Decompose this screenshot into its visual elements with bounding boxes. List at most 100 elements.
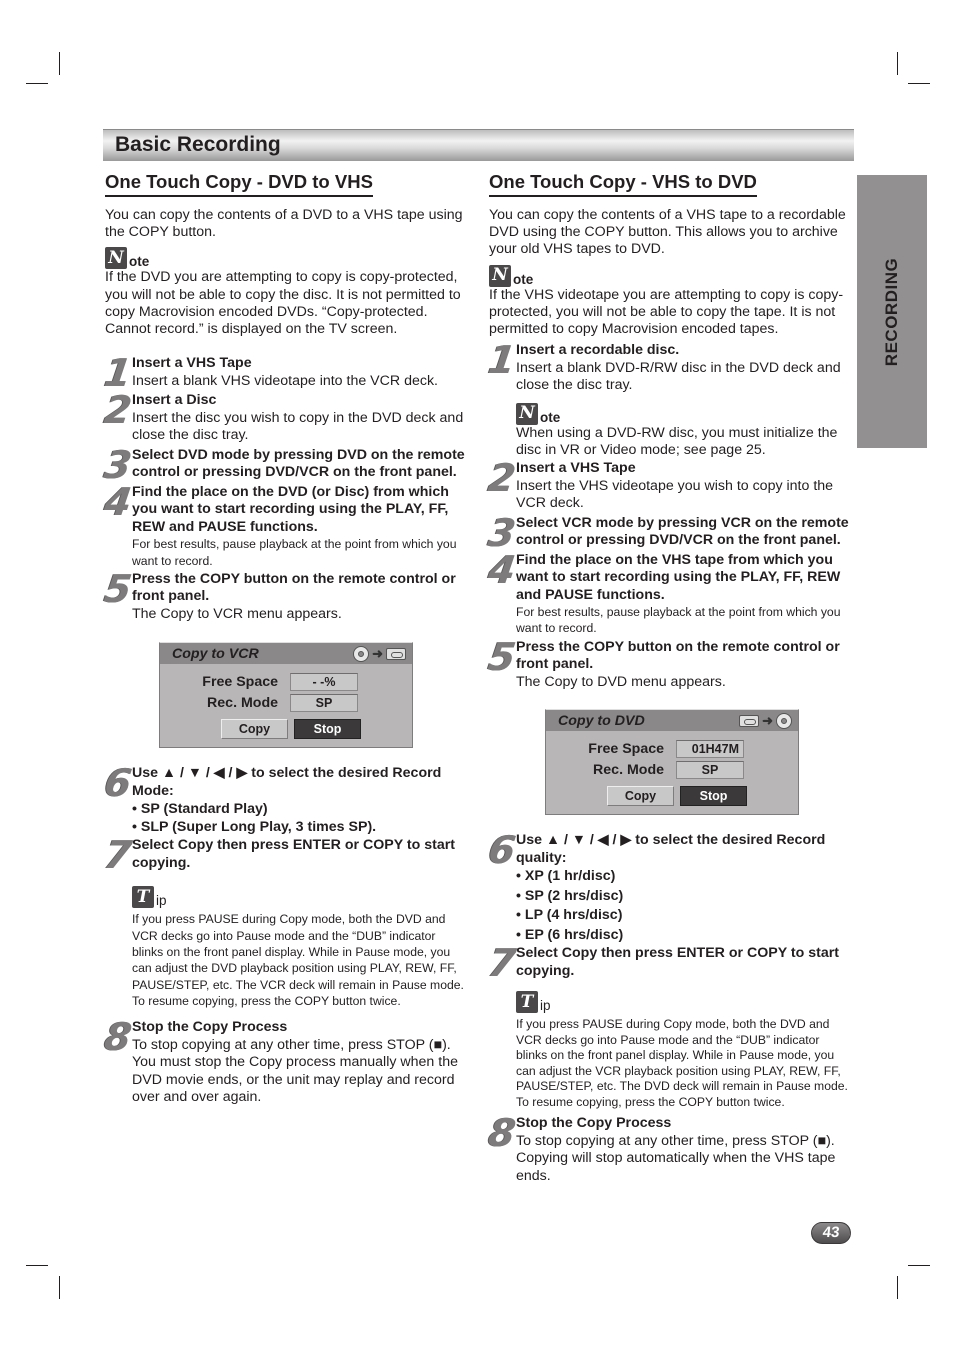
tip-label: ip bbox=[540, 998, 551, 1014]
step-1: 1 Insert a VHS Tape Insert a blank VHS v… bbox=[101, 351, 470, 396]
disc-icon bbox=[776, 713, 792, 730]
step-description: Insert a blank VHS videotape into the VC… bbox=[132, 372, 438, 389]
step-description: To stop copying at any other time, press… bbox=[132, 1036, 458, 1106]
stop-button[interactable]: Stop bbox=[294, 719, 361, 740]
step-heading: Find the place on the DVD (or Disc) from… bbox=[132, 483, 449, 535]
step-3: 3 Select VCR mode by pressing VCR on the… bbox=[485, 510, 854, 555]
list-item: • LP (4 hrs/disc) bbox=[516, 907, 623, 924]
crop-mark bbox=[908, 1265, 930, 1266]
title-bar: Basic Recording bbox=[103, 129, 854, 161]
step-heading: Stop the Copy Process bbox=[516, 1115, 672, 1132]
tip-text: If you press PAUSE during Copy mode, bot… bbox=[516, 1017, 848, 1109]
list-item: • EP (6 hrs/disc) bbox=[516, 926, 624, 943]
section-side-tab: RECORDING bbox=[857, 175, 927, 448]
crop-mark bbox=[26, 83, 48, 84]
crop-mark bbox=[26, 1265, 48, 1266]
stop-button[interactable]: Stop bbox=[680, 786, 747, 807]
menu-title-bar: Copy to DVD ➜ bbox=[546, 710, 798, 732]
menu-title-bar: Copy to VCR ➜ bbox=[160, 643, 412, 665]
step-2: 2 Insert a VHS Tape Insert the VHS video… bbox=[486, 456, 854, 513]
step-heading: Use ▲ / ▼ / ◀ / ▶ to select the desired … bbox=[132, 765, 442, 799]
arrow-right-icon: ➜ bbox=[762, 713, 773, 729]
step-4: 4 Find the place on the VHS tape from wh… bbox=[485, 547, 854, 637]
step-7: 7 Select Copy then press ENTER or COPY t… bbox=[102, 833, 470, 877]
note-label: ote bbox=[513, 271, 534, 287]
step-description: Insert the VHS videotape you wish to cop… bbox=[516, 477, 834, 512]
step-heading: Find the place on the VHS tape from whic… bbox=[516, 551, 841, 603]
free-space-row: Free Space 01H47M bbox=[546, 740, 744, 759]
page-title: Basic Recording bbox=[115, 133, 281, 156]
list-item: • SP (Standard Play) bbox=[132, 801, 268, 818]
rec-mode-label: Rec. Mode bbox=[593, 762, 664, 779]
step-number: 8 bbox=[485, 1111, 519, 1156]
step-heading: Insert a recordable disc. bbox=[516, 342, 680, 359]
step-heading: Select Copy then press ENTER or COPY to … bbox=[516, 945, 839, 979]
copy-to-vcr-menu: Copy to VCR ➜ Free Space - -% Rec. Mode … bbox=[159, 642, 413, 749]
record-mode-list: • SP (Standard Play) • SLP (Super Long P… bbox=[132, 800, 470, 836]
rec-mode-row: Rec. Mode SP bbox=[546, 761, 744, 780]
tip-header: T ip bbox=[516, 991, 854, 1014]
section-heading: One Touch Copy - DVD to VHS bbox=[105, 170, 373, 197]
step-heading: Select Copy then press ENTER or COPY to … bbox=[132, 837, 455, 871]
step-5: 5 Press the COPY button on the remote co… bbox=[485, 634, 854, 692]
list-item: • XP (1 hr/disc) bbox=[516, 868, 616, 885]
copy-button[interactable]: Copy bbox=[607, 786, 674, 807]
crop-mark bbox=[897, 52, 898, 75]
record-quality-list: • XP (1 hr/disc) • SP (2 hrs/disc) • LP … bbox=[516, 867, 854, 945]
step-description: The Copy to DVD menu appears. bbox=[516, 673, 726, 690]
disc-icon bbox=[353, 646, 370, 663]
side-tab-label: RECORDING bbox=[882, 257, 901, 366]
step-number: 3 bbox=[485, 510, 519, 555]
step-2: 2 Insert a Disc Insert the disc you wish… bbox=[101, 388, 470, 445]
step-heading: Insert a VHS Tape bbox=[132, 355, 252, 372]
step-hint: For best results, pause playback at the … bbox=[516, 605, 841, 636]
tape-icon bbox=[386, 648, 406, 661]
step-description: The Copy to VCR menu appears. bbox=[132, 605, 342, 622]
note-header: N ote bbox=[105, 247, 470, 270]
note-icon: N bbox=[105, 247, 127, 270]
rec-mode-value[interactable]: SP bbox=[676, 761, 744, 780]
note-label: ote bbox=[129, 254, 150, 270]
crop-mark bbox=[897, 1276, 898, 1299]
step-number: 8 bbox=[101, 1015, 135, 1060]
step-heading: Select DVD mode by pressing DVD on the r… bbox=[132, 446, 465, 481]
copy-button[interactable]: Copy bbox=[221, 719, 288, 740]
section-heading: One Touch Copy - VHS to DVD bbox=[489, 170, 757, 197]
rec-mode-value[interactable]: SP bbox=[290, 694, 358, 713]
menu-title: Copy to DVD bbox=[558, 712, 645, 729]
step-6: 6 Use ▲ / ▼ / ◀ / ▶ to select the desire… bbox=[101, 761, 470, 836]
list-item: • SP (2 hrs/disc) bbox=[516, 887, 624, 904]
free-space-label: Free Space bbox=[588, 741, 664, 758]
tip-icon: T bbox=[132, 886, 154, 909]
tip-icon: T bbox=[516, 991, 538, 1014]
free-space-value: - -% bbox=[290, 673, 358, 692]
step-description: Insert the disc you wish to copy in the … bbox=[132, 409, 464, 444]
step-heading: Press the COPY button on the remote cont… bbox=[132, 570, 456, 605]
note-header: N ote bbox=[516, 402, 854, 425]
step-3: 3 Select DVD mode by pressing DVD on the… bbox=[101, 442, 470, 487]
page-number-badge: 43 bbox=[809, 1222, 853, 1244]
step-number: 2 bbox=[101, 388, 135, 433]
step-4: 4 Find the place on the DVD (or Disc) fr… bbox=[102, 480, 470, 569]
free-space-label: Free Space bbox=[202, 674, 278, 691]
list-item: • SLP (Super Long Play, 3 times SP). bbox=[132, 819, 377, 836]
free-space-value: 01H47M bbox=[676, 740, 744, 759]
note-label: ote bbox=[540, 409, 561, 425]
step-6: 6 Use ▲ / ▼ / ◀ / ▶ to select the desire… bbox=[486, 828, 854, 945]
step-number: 5 bbox=[485, 634, 519, 679]
step-8: 8 Stop the Copy Process To stop copying … bbox=[485, 1111, 854, 1185]
tip-header: T ip bbox=[132, 886, 470, 909]
step-heading: Use ▲ / ▼ / ◀ / ▶ to select the desired … bbox=[516, 832, 826, 866]
step-number: 1 bbox=[101, 351, 135, 396]
crop-mark bbox=[59, 52, 60, 75]
tip-block: T ip If you press PAUSE during Copy mode… bbox=[489, 991, 854, 1110]
step-1: 1 Insert a recordable disc. Insert a bla… bbox=[485, 338, 854, 459]
step-number: 6 bbox=[101, 761, 135, 806]
step-number: 3 bbox=[101, 442, 135, 487]
step-number: 4 bbox=[485, 547, 519, 592]
right-column: One Touch Copy - VHS to DVD You can copy… bbox=[485, 170, 854, 1185]
step-number: 1 bbox=[485, 338, 519, 383]
note-header: N ote bbox=[489, 264, 854, 287]
intro-text: You can copy the contents of a DVD to a … bbox=[105, 207, 463, 241]
free-space-row: Free Space - -% bbox=[160, 673, 358, 692]
